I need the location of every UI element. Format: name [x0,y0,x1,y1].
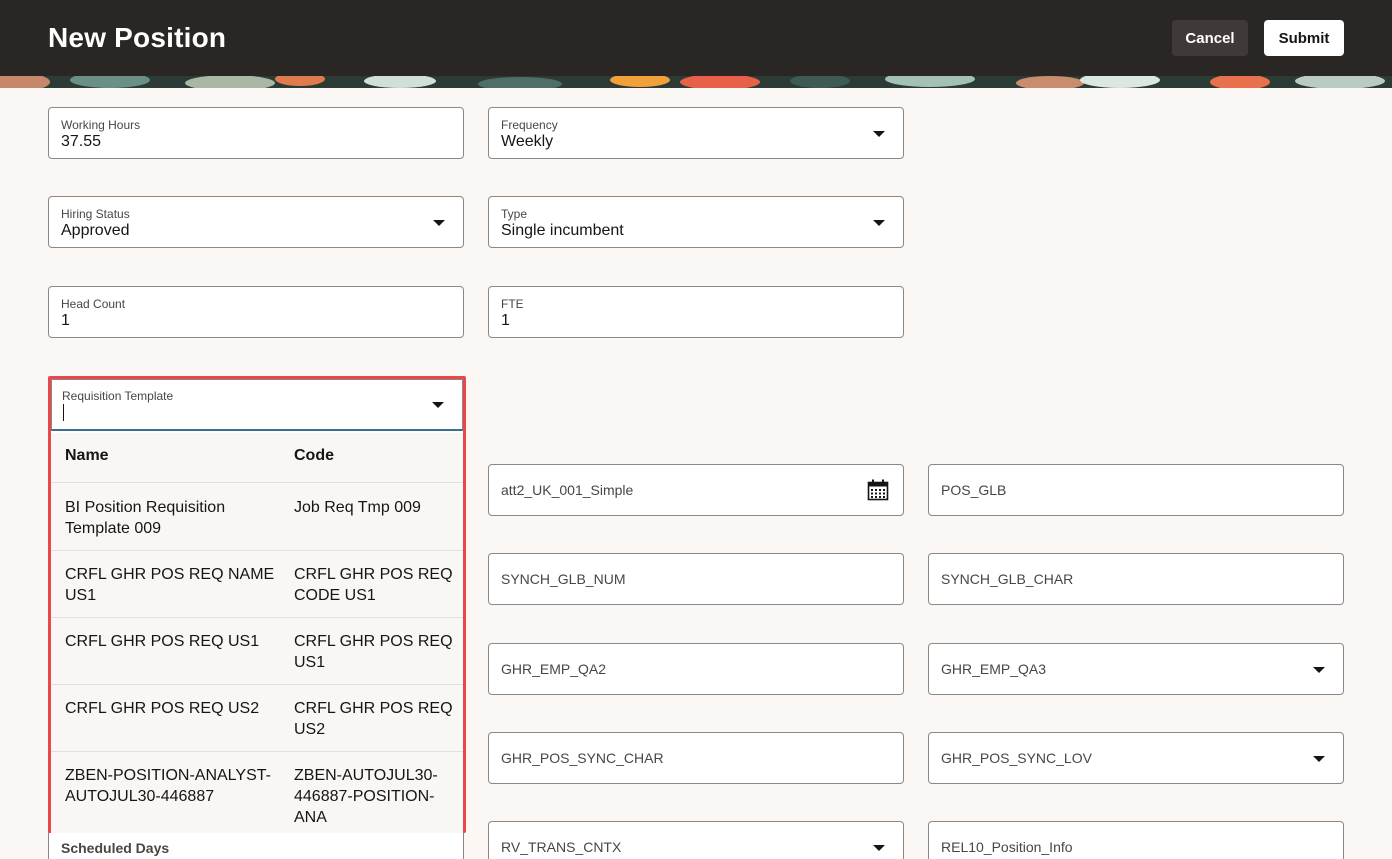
ghr-emp-qa2-placeholder: GHR_EMP_QA2 [501,661,607,677]
ghr-emp-qa2-field[interactable]: GHR_EMP_QA2 [488,643,904,695]
caret-down-icon[interactable] [873,220,885,226]
synch-glb-num-field[interactable]: SYNCH_GLB_NUM [488,553,904,605]
synch-glb-char-field[interactable]: SYNCH_GLB_CHAR [928,553,1344,605]
option-code: CRFL GHR POS REQ CODE US1 [294,566,453,604]
working-hours-value: 37.55 [61,133,102,150]
ghr-pos-sync-lov-select[interactable]: GHR_POS_SYNC_LOV [928,732,1344,784]
att2-uk-date-field[interactable]: att2_UK_001_Simple [488,464,904,516]
requisition-template-label: Requisition Template [62,389,174,403]
head-count-value: 1 [61,312,70,329]
option-code: CRFL GHR POS REQ US2 [294,700,453,738]
option-name: CRFL GHR POS REQ US1 [65,633,260,650]
hiring-status-value: Approved [61,222,130,239]
calendar-icon[interactable] [867,479,889,501]
working-hours-label: Working Hours [61,118,141,132]
requisition-template-dropdown: Name Code BI Position Requisition Templa… [51,433,463,833]
decorative-banner [0,76,1392,88]
frequency-label: Frequency [501,118,558,132]
page-header: New Position Cancel Submit [0,0,1392,76]
caret-down-icon[interactable] [433,220,445,226]
requisition-template-input[interactable]: Requisition Template [51,379,463,431]
pos-glb-field[interactable]: POS_GLB [928,464,1344,516]
dropdown-option[interactable]: CRFL GHR POS REQ US1 CRFL GHR POS REQ US… [51,618,463,685]
requisition-template-highlight: Requisition Template Name Code BI Positi… [48,376,466,833]
option-name: CRFL GHR POS REQ NAME US1 [65,566,275,604]
dropdown-option[interactable]: ZBEN-POSITION-ANALYST-AUTOJUL30-446887 Z… [51,752,463,833]
pos-glb-placeholder: POS_GLB [941,482,1007,498]
column-header-code: Code [294,447,334,464]
ghr-pos-sync-lov-placeholder: GHR_POS_SYNC_LOV [941,750,1092,766]
page-title: New Position [48,22,227,53]
type-select[interactable]: Type Single incumbent [488,196,904,248]
type-value: Single incumbent [501,222,624,239]
ghr-pos-sync-char-placeholder: GHR_POS_SYNC_CHAR [501,750,664,766]
hiring-status-label: Hiring Status [61,207,130,221]
option-name: BI Position Requisition Template 009 [65,499,226,537]
working-hours-field[interactable]: Working Hours 37.55 [48,107,464,159]
dropdown-option[interactable]: CRFL GHR POS REQ NAME US1 CRFL GHR POS R… [51,551,463,618]
cancel-button[interactable]: Cancel [1172,20,1248,56]
column-header-name: Name [65,447,109,464]
fte-field[interactable]: FTE 1 [488,286,904,338]
rel10-position-info-field[interactable]: REL10_Position_Info [928,821,1344,859]
rv-trans-cntx-select[interactable]: RV_TRANS_CNTX [488,821,904,859]
caret-down-icon[interactable] [1313,667,1325,673]
ghr-emp-qa3-select[interactable]: GHR_EMP_QA3 [928,643,1344,695]
rv-trans-cntx-placeholder: RV_TRANS_CNTX [501,839,622,855]
frequency-value: Weekly [501,133,554,150]
option-code: Job Req Tmp 009 [294,499,421,516]
synch-glb-char-placeholder: SYNCH_GLB_CHAR [941,571,1074,587]
dropdown-option[interactable]: BI Position Requisition Template 009 Job… [51,484,463,551]
submit-button[interactable]: Submit [1264,20,1344,56]
synch-glb-num-placeholder: SYNCH_GLB_NUM [501,571,626,587]
fte-value: 1 [501,312,510,329]
option-code: CRFL GHR POS REQ US1 [294,633,453,671]
ghr-emp-qa3-placeholder: GHR_EMP_QA3 [941,661,1047,677]
frequency-select[interactable]: Frequency Weekly [488,107,904,159]
type-label: Type [501,207,528,221]
hiring-status-select[interactable]: Hiring Status Approved [48,196,464,248]
att2-uk-placeholder: att2_UK_001_Simple [501,482,634,498]
ghr-pos-sync-char-field[interactable]: GHR_POS_SYNC_CHAR [488,732,904,784]
head-count-label: Head Count [61,297,126,311]
dropdown-option[interactable]: CRFL GHR POS REQ US2 CRFL GHR POS REQ US… [51,685,463,752]
option-name: CRFL GHR POS REQ US2 [65,700,260,717]
caret-down-icon[interactable] [873,845,885,851]
caret-down-icon[interactable] [1313,756,1325,762]
text-cursor [63,404,64,421]
scheduled-days-label: Scheduled Days [61,840,170,856]
option-code: ZBEN-AUTOJUL30-446887-POSITION-ANA [294,767,438,826]
fte-label: FTE [501,297,524,311]
head-count-field[interactable]: Head Count 1 [48,286,464,338]
option-name: ZBEN-POSITION-ANALYST-AUTOJUL30-446887 [65,767,271,805]
caret-down-icon[interactable] [873,131,885,137]
rel10-position-info-placeholder: REL10_Position_Info [941,839,1073,855]
caret-down-icon[interactable] [432,402,444,408]
dropdown-header: Name Code [51,433,463,483]
